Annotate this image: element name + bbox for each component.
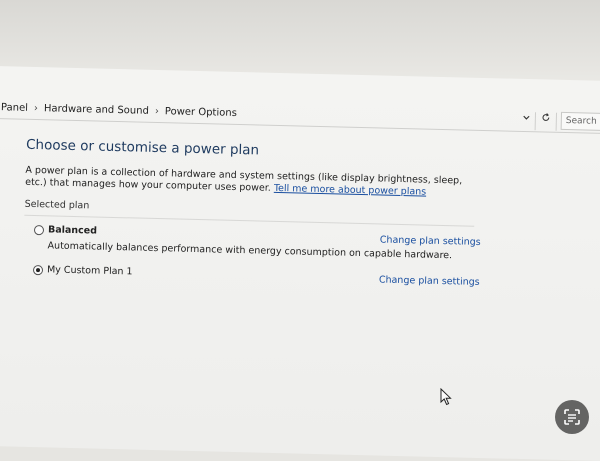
breadcrumb: Panel › Hardware and Sound › Power Options [1,102,237,119]
lens-scan-icon[interactable] [555,400,589,434]
chevron-right-icon: › [34,103,38,114]
section-label-selected-plan: Selected plan [24,199,474,227]
page-title: Choose or customise a power plan [26,137,546,166]
chevron-right-icon: › [155,106,159,117]
plan-name[interactable]: Balanced [48,224,97,236]
radio-balanced[interactable] [34,225,44,235]
main-content: Choose or customise a power plan A power… [23,137,546,299]
change-plan-settings-link[interactable]: Change plan settings [380,234,481,247]
search-input[interactable]: Search [561,112,600,132]
change-plan-settings-link[interactable]: Change plan settings [379,274,480,287]
address-bar: Panel › Hardware and Sound › Power Options S… [0,98,600,134]
plan-name[interactable]: My Custom Plan 1 [47,264,133,277]
page-description: A power plan is a collection of hardware… [25,165,485,200]
breadcrumb-control-panel[interactable]: Panel [1,102,28,114]
toolbar-divider [535,112,536,130]
refresh-icon[interactable] [539,112,553,128]
breadcrumb-power-options[interactable]: Power Options [165,106,237,119]
toolbar-divider [556,113,557,131]
control-panel-window: Panel › Hardware and Sound › Power Options S… [0,66,600,461]
chevron-down-icon[interactable] [519,112,533,128]
mouse-pointer-icon [440,388,454,406]
breadcrumb-hardware-and-sound[interactable]: Hardware and Sound [44,103,149,117]
radio-my-custom-plan-1[interactable] [33,265,43,275]
help-link[interactable]: Tell me more about power plans [274,183,427,198]
